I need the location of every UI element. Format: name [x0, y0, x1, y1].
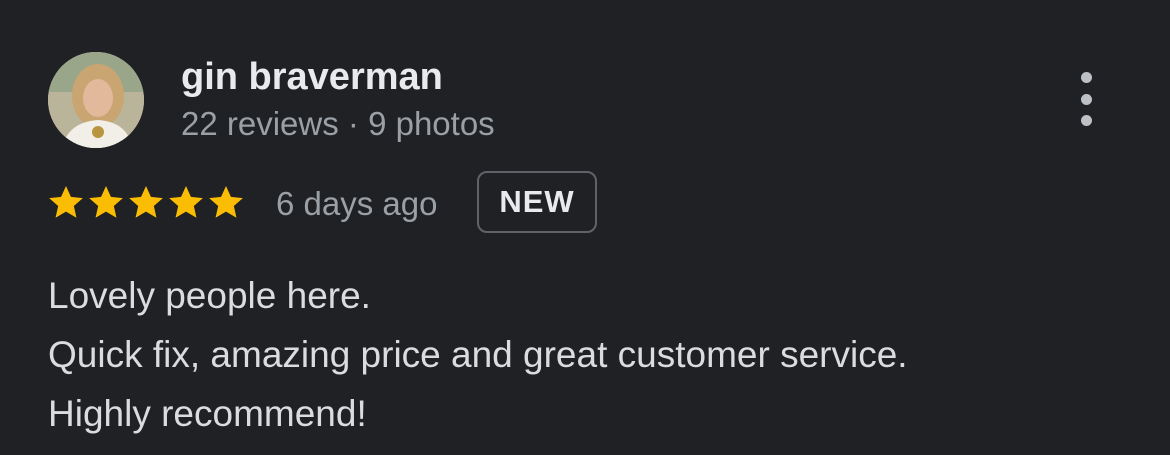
more-vert-icon-dot — [1080, 93, 1092, 105]
more-options-button[interactable] — [1066, 70, 1106, 128]
photos-count: 9 photos — [368, 105, 495, 142]
review-text: Lovely people here. Quick fix, amazing p… — [48, 266, 908, 443]
star-icon — [89, 186, 123, 218]
review-card: gin braverman 22 reviews · 9 photos 6 da… — [0, 0, 1170, 455]
more-vert-icon-dot — [1080, 115, 1092, 126]
review-line: Quick fix, amazing price and great custo… — [48, 334, 908, 375]
review-line: Highly recommend! — [48, 393, 367, 434]
new-badge: NEW — [477, 171, 597, 233]
star-rating — [46, 183, 246, 223]
reviews-count: 22 reviews — [181, 105, 339, 142]
reviewer-name[interactable]: gin braverman — [181, 55, 443, 99]
avatar[interactable] — [48, 52, 144, 148]
meta-separator: · — [347, 105, 359, 142]
review-date: 6 days ago — [276, 185, 438, 222]
star-icon — [209, 186, 243, 218]
more-vert-icon — [1080, 72, 1092, 83]
avatar-image — [48, 52, 144, 148]
star-icon — [129, 186, 163, 218]
reviewer-meta: 22 reviews · 9 photos — [181, 104, 495, 144]
star-icon — [49, 186, 83, 218]
star-icon — [169, 186, 203, 218]
review-line: Lovely people here. — [48, 275, 371, 316]
